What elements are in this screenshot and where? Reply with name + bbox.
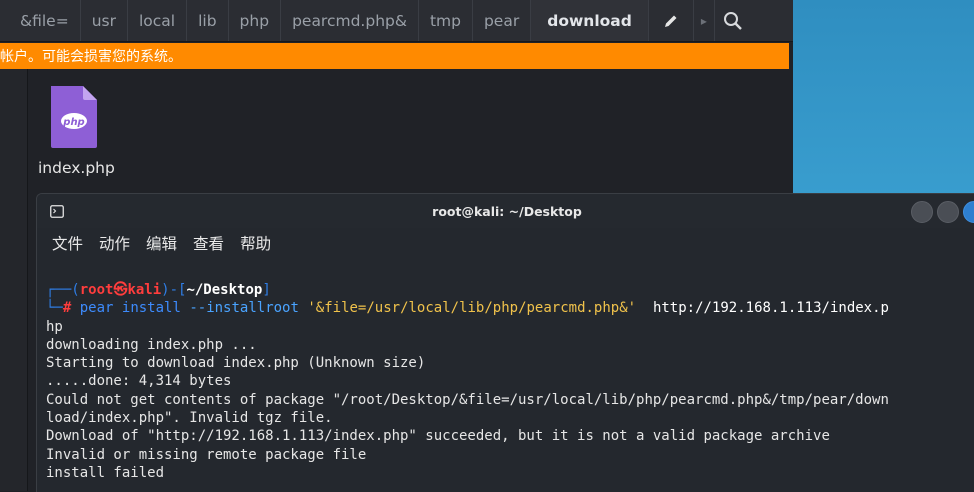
prompt-hash: # — [62, 300, 72, 317]
output-line: Could not get contents of package "/root… — [46, 391, 889, 408]
output-line: downloading index.php ... — [46, 336, 257, 353]
menu-edit[interactable]: 编辑 — [146, 232, 177, 254]
terminal-output[interactable]: ┌──(root㉿kali)-[~/Desktop] └─# pear inst… — [46, 281, 971, 482]
output-line: hp — [46, 318, 63, 335]
warning-text: 帐户。可能会损害您的系统。 — [0, 49, 182, 65]
scroll-right-button[interactable]: ▸ — [694, 0, 715, 41]
warning-banner: 帐户。可能会损害您的系统。 — [0, 43, 789, 69]
output-line: Download of "http://192.168.1.113/index.… — [46, 428, 830, 445]
close-button[interactable] — [963, 201, 974, 223]
prompt-line-1: ┌──(root㉿kali)-[~/Desktop] — [46, 282, 271, 298]
file-name-label: index.php — [38, 159, 115, 177]
output-line: Invalid or missing remote package file — [46, 446, 367, 463]
breadcrumb-lib[interactable]: lib — [187, 0, 229, 41]
command-bin: pear — [79, 300, 114, 317]
output-line: Starting to download index.php (Unknown … — [46, 355, 426, 372]
breadcrumb-php[interactable]: php — [229, 0, 282, 41]
menu-view[interactable]: 查看 — [193, 232, 224, 254]
command-url: http://192.168.1.113/index.p — [652, 300, 889, 317]
edit-path-button[interactable] — [649, 0, 694, 41]
php-icon-label: php — [62, 117, 84, 128]
output-line: .....done: 4,314 bytes — [46, 373, 232, 390]
prompt-at-symbol: ㉿ — [113, 282, 128, 298]
path-bar: &file= usr local lib php pearcmd.php& tm… — [0, 0, 793, 42]
php-file-icon: php — [51, 86, 97, 148]
terminal-titlebar: root@kali: ~/Desktop — [37, 194, 974, 228]
breadcrumb-tmp[interactable]: tmp — [419, 0, 473, 41]
output-line: install failed — [46, 464, 165, 481]
pencil-icon — [664, 15, 677, 27]
sidebar — [0, 69, 28, 491]
menu-actions[interactable]: 动作 — [99, 232, 130, 254]
breadcrumb-download[interactable]: download — [531, 0, 649, 41]
maximize-button[interactable] — [937, 201, 959, 223]
breadcrumb-usr[interactable]: usr — [81, 0, 128, 41]
search-button[interactable] — [715, 0, 751, 41]
breadcrumb-pearcmd[interactable]: pearcmd.php& — [281, 0, 419, 41]
prompt-path: ~/Desktop — [186, 282, 263, 298]
command-sub: install — [121, 300, 181, 317]
menu-file[interactable]: 文件 — [52, 232, 83, 254]
prompt-line-2: └─# pear install --installroot '&file=/u… — [46, 300, 889, 317]
menu-help[interactable]: 帮助 — [240, 232, 271, 254]
command-option: --installroot — [189, 300, 299, 317]
terminal-title: root@kali: ~/Desktop — [432, 203, 582, 219]
output-line: load/index.php". Invalid tgz file. — [46, 410, 333, 427]
terminal-menubar: 文件 动作 编辑 查看 帮助 — [37, 228, 974, 258]
search-icon — [723, 11, 742, 30]
file-item-index-php[interactable]: php — [49, 86, 99, 152]
window-controls — [911, 201, 974, 223]
minimize-button[interactable] — [911, 201, 933, 223]
breadcrumb-local[interactable]: local — [128, 0, 188, 41]
chevron-right-icon: ▸ — [700, 13, 707, 28]
prompt-host: kali — [127, 282, 162, 298]
breadcrumb-pear[interactable]: pear — [473, 0, 532, 41]
command-arg: '&file=/usr/local/lib/php/pearcmd.php&' — [307, 300, 637, 317]
breadcrumb-file[interactable]: &file= — [0, 0, 81, 41]
terminal-window: root@kali: ~/Desktop 文件 动作 编辑 查看 帮助 ┌──(… — [36, 193, 974, 492]
prompt-user: root — [79, 282, 114, 298]
